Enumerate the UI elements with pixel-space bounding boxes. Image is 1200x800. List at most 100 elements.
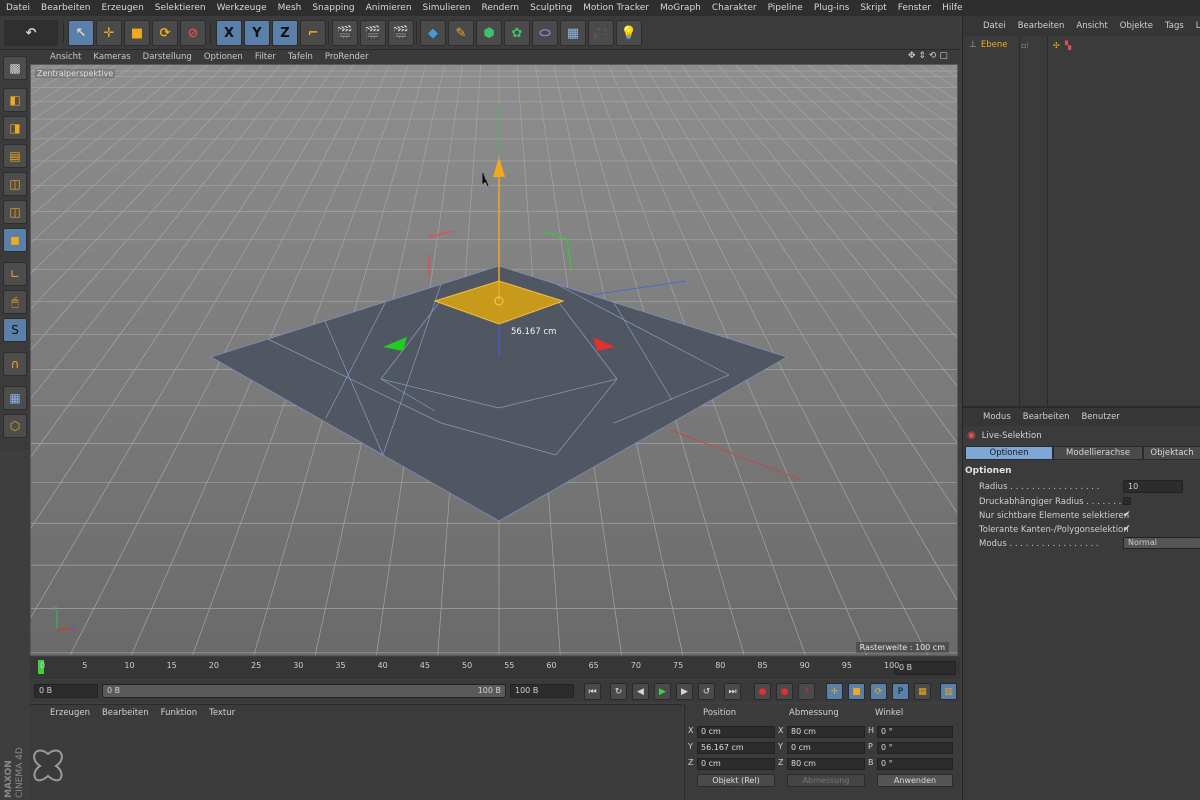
- x-axis-lock-button[interactable]: X: [216, 20, 242, 46]
- frame-range-slider[interactable]: 0 B 100 B: [102, 684, 506, 698]
- angle-field[interactable]: 0 °: [877, 726, 953, 738]
- rotate-icon[interactable]: ⟳: [152, 20, 178, 46]
- attribute-menu-benutzer[interactable]: Benutzer: [1081, 412, 1119, 422]
- menu-skript[interactable]: Skript: [860, 3, 886, 13]
- last-tool-icon[interactable]: ⊘: [180, 20, 206, 46]
- material-menu-funktion[interactable]: Funktion: [161, 708, 197, 718]
- material-tag-icon[interactable]: ▚: [1065, 41, 1071, 50]
- object-menu-lesez[interactable]: Lesez: [1196, 21, 1200, 31]
- viewport-menu-prorender[interactable]: ProRender: [325, 52, 369, 62]
- object-menu-datei[interactable]: Datei: [983, 21, 1006, 31]
- position-field[interactable]: 0 cm: [697, 726, 775, 738]
- attribute-menu-bearbeiten[interactable]: Bearbeiten: [1023, 412, 1070, 422]
- object-menu-tags[interactable]: Tags: [1165, 21, 1184, 31]
- timeline-ruler[interactable]: 0 B 0 5 10 15 20 25 30 35 40 45 50 55 60 65 70 75 80 85 90…: [30, 657, 960, 679]
- snap-icon[interactable]: ∩: [3, 352, 27, 376]
- menu-animieren[interactable]: Animieren: [366, 3, 412, 13]
- render-view-icon[interactable]: 🎬: [332, 20, 358, 46]
- viewport-menu-tafeln[interactable]: Tafeln: [288, 52, 313, 62]
- tolerant-selection-checkbox[interactable]: ✔: [1123, 524, 1131, 534]
- deformer-icon[interactable]: ⬭: [532, 20, 558, 46]
- polygons-mode-icon[interactable]: ◼: [3, 228, 27, 252]
- render-picture-viewer-icon[interactable]: 🎬: [360, 20, 386, 46]
- y-axis-arrow[interactable]: [493, 157, 505, 177]
- tab-optionen[interactable]: Optionen: [965, 446, 1053, 460]
- cube-primitive-icon[interactable]: ◆: [420, 20, 446, 46]
- key-parameter-icon[interactable]: P: [892, 683, 909, 700]
- radius-field[interactable]: 10: [1123, 480, 1183, 493]
- spline-pen-icon[interactable]: ✎: [448, 20, 474, 46]
- menu-bearbeiten[interactable]: Bearbeiten: [41, 3, 90, 13]
- angle-field[interactable]: 0 °: [877, 742, 953, 754]
- viewport-menu-ansicht[interactable]: Ansicht: [50, 52, 81, 62]
- key-position-icon[interactable]: ✛: [826, 683, 843, 700]
- workplane-mode-icon[interactable]: ▤: [3, 144, 27, 168]
- move-select-icon[interactable]: ↖: [68, 20, 94, 46]
- axis-mode-icon[interactable]: ∟: [3, 262, 27, 286]
- camera-icon[interactable]: 🎥: [588, 20, 614, 46]
- menu-mograph[interactable]: MoGraph: [660, 3, 701, 13]
- object-menu-ansicht[interactable]: Ansicht: [1076, 21, 1107, 31]
- timeline-layout-icon[interactable]: ▥: [940, 683, 957, 700]
- edges-mode-icon[interactable]: ◫: [3, 200, 27, 224]
- viewport-menu-darstellung[interactable]: Darstellung: [143, 52, 192, 62]
- attribute-menu-modus[interactable]: Modus: [983, 412, 1011, 422]
- tab-modellierachse[interactable]: Modellierachse: [1053, 446, 1143, 460]
- material-menu-textur[interactable]: Textur: [209, 708, 235, 718]
- menu-pipeline[interactable]: Pipeline: [768, 3, 803, 13]
- material-menu-erzeugen[interactable]: Erzeugen: [50, 708, 90, 718]
- go-to-start-icon[interactable]: ⏮: [584, 683, 601, 700]
- tweak-mode-icon[interactable]: 🖱: [3, 290, 27, 314]
- size-field[interactable]: 0 cm: [787, 742, 865, 754]
- position-field[interactable]: 0 cm: [697, 758, 775, 770]
- menu-fenster[interactable]: Fenster: [898, 3, 931, 13]
- material-menu-bearbeiten[interactable]: Bearbeiten: [102, 708, 149, 718]
- subdivision-icon[interactable]: ⬢: [476, 20, 502, 46]
- planar-workplane-icon[interactable]: ⬡: [3, 414, 27, 438]
- coordinate-mode-select[interactable]: Objekt (Rel): [697, 774, 775, 787]
- size-field[interactable]: 80 cm: [787, 758, 865, 770]
- go-to-end-icon[interactable]: ⏭: [724, 683, 741, 700]
- menu-simulieren[interactable]: Simulieren: [423, 3, 471, 13]
- menu-datei[interactable]: Datei: [6, 3, 30, 13]
- y-axis-lock-button[interactable]: Y: [244, 20, 270, 46]
- points-mode-icon[interactable]: ◫: [3, 172, 27, 196]
- menu-charakter[interactable]: Charakter: [712, 3, 757, 13]
- key-pla-icon[interactable]: ▦: [914, 683, 931, 700]
- move-icon[interactable]: ✛: [96, 20, 122, 46]
- previous-frame-icon[interactable]: ◀: [632, 683, 649, 700]
- menu-selektieren[interactable]: Selektieren: [155, 3, 206, 13]
- next-frame-icon[interactable]: ▶: [676, 683, 693, 700]
- 3d-viewport[interactable]: Zentralperspektive 56.167 cm Y Z Rasterw…: [30, 64, 958, 656]
- record-icon[interactable]: ●: [754, 683, 771, 700]
- undo-button[interactable]: ↶: [4, 20, 58, 46]
- viewport-nav-icons[interactable]: ✥ ⇕ ⟲ ▢: [908, 51, 948, 61]
- menu-mesh[interactable]: Mesh: [278, 3, 302, 13]
- array-icon[interactable]: ✿: [504, 20, 530, 46]
- light-icon[interactable]: 💡: [616, 20, 642, 46]
- texture-mode-icon[interactable]: ◨: [3, 116, 27, 140]
- model-mode-icon[interactable]: ◧: [3, 88, 27, 112]
- viewport-menu-optionen[interactable]: Optionen: [204, 52, 243, 62]
- scale-icon[interactable]: ■: [124, 20, 150, 46]
- next-key-icon[interactable]: ↺: [698, 683, 715, 700]
- autokey-icon[interactable]: ●: [776, 683, 793, 700]
- angle-field[interactable]: 0 °: [877, 758, 953, 770]
- key-rotation-icon[interactable]: ⟳: [870, 683, 887, 700]
- visibility-toggle-icon[interactable]: ▫⁝: [1021, 41, 1029, 50]
- tab-objektachse[interactable]: Objektach: [1143, 446, 1200, 460]
- workplane-lock-icon[interactable]: ▦: [3, 386, 27, 410]
- phong-tag-icon[interactable]: ✣: [1053, 41, 1060, 50]
- start-frame-field[interactable]: 0 B: [34, 684, 98, 698]
- make-editable-icon[interactable]: ▩: [3, 56, 27, 80]
- floor-environment-icon[interactable]: ▦: [560, 20, 586, 46]
- coordinate-system-icon[interactable]: ⌐: [300, 20, 326, 46]
- menu-sculpting[interactable]: Sculpting: [530, 3, 572, 13]
- menu-rendern[interactable]: Rendern: [482, 3, 520, 13]
- previous-key-icon[interactable]: ↻: [610, 683, 627, 700]
- pressure-radius-checkbox[interactable]: [1123, 497, 1131, 505]
- current-frame-field[interactable]: 0 B: [894, 661, 956, 675]
- menu-hilfe[interactable]: Hilfe: [942, 3, 962, 13]
- object-menu-bearbeiten[interactable]: Bearbeiten: [1018, 21, 1065, 31]
- object-menu-objekte[interactable]: Objekte: [1120, 21, 1153, 31]
